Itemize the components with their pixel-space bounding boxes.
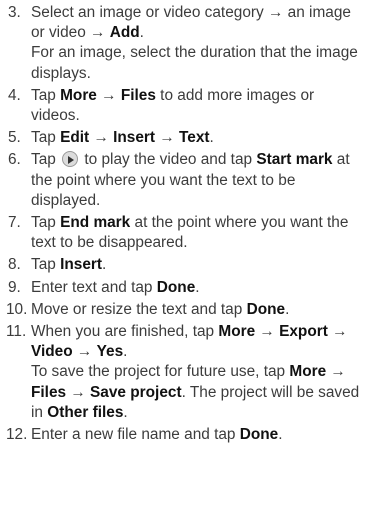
- ui-term: Insert: [113, 129, 156, 147]
- step-text: Select an image or video category → an i…: [31, 4, 351, 42]
- step-body: Enter a new file name and tap Done.: [31, 425, 367, 445]
- ui-term: Save project: [90, 383, 182, 401]
- ui-term: Files: [31, 383, 67, 401]
- step-body: Tap More → Files to add more images or v…: [31, 86, 367, 126]
- step-text: .: [102, 256, 107, 274]
- ui-term: More: [218, 323, 256, 341]
- ui-term: Insert: [60, 256, 103, 274]
- step-text: .: [139, 24, 144, 42]
- step-text: When you are finished, tap: [31, 323, 219, 341]
- ui-term: Start mark: [256, 151, 333, 169]
- step-number: 10.: [6, 300, 28, 318]
- step-text: Tap: [31, 151, 61, 169]
- step-text: .: [123, 403, 128, 421]
- step-item: 9. Enter text and tap Done.: [8, 278, 367, 298]
- step-number: 7.: [8, 214, 21, 232]
- step-item: 11. When you are finished, tap More → Exp…: [6, 322, 367, 423]
- ui-term: Files: [120, 86, 156, 104]
- step-text: Tap: [31, 256, 61, 274]
- step-text: →: [96, 86, 121, 104]
- step-text: .: [123, 343, 128, 361]
- step-text: For an image, select the duration that t…: [31, 44, 358, 82]
- step-number: 6.: [8, 151, 21, 169]
- step-body: Tap End mark at the point where you want…: [31, 213, 367, 253]
- step-text: Tap: [31, 214, 61, 232]
- step-body: Tap Insert.: [31, 255, 367, 275]
- step-text: →: [327, 323, 348, 341]
- step-item: 10. Move or resize the text and tap Done.: [6, 300, 367, 320]
- instruction-list: 3. Select an image or video category → an…: [0, 0, 371, 445]
- step-body: Move or resize the text and tap Done.: [31, 300, 367, 320]
- step-number: 3.: [8, 4, 21, 21]
- step-number: 11.: [6, 323, 27, 341]
- ui-term: Done: [246, 300, 286, 318]
- step-text: .: [209, 129, 214, 147]
- ui-term: Done: [156, 278, 196, 296]
- ui-term: End mark: [60, 214, 131, 232]
- ui-term: More: [289, 363, 327, 381]
- step-item: 4. Tap More → Files to add more images or…: [8, 86, 367, 126]
- step-note: To save the project for future use, tap …: [31, 362, 367, 423]
- ui-term: More: [60, 86, 97, 104]
- step-body: When you are finished, tap More → Export…: [31, 322, 367, 362]
- step-text: →: [89, 129, 114, 147]
- step-text: Tap: [31, 86, 61, 104]
- step-item: 8. Tap Insert.: [8, 255, 367, 275]
- play-icon: [62, 151, 79, 168]
- step-item: 5. Tap Edit → Insert → Text.: [8, 128, 367, 148]
- step-number: 5.: [8, 129, 21, 147]
- step-body: Select an image or video category → an i…: [31, 3, 367, 43]
- ui-term: Text: [179, 129, 210, 147]
- step-text: Enter text and tap: [31, 278, 157, 296]
- step-text: →: [66, 383, 91, 401]
- ui-term: Video: [31, 343, 73, 361]
- step-note: For an image, select the duration that t…: [31, 43, 367, 83]
- ui-term: Done: [239, 426, 279, 444]
- step-text: Move or resize the text and tap: [31, 300, 247, 318]
- step-text: →: [255, 323, 280, 341]
- step-item: 7. Tap End mark at the point where you wa…: [8, 213, 367, 253]
- step-text: To save the project for future use, tap: [31, 363, 290, 381]
- step-item: 12. Enter a new file name and tap Done.: [6, 425, 367, 445]
- ui-term: Export: [279, 323, 328, 341]
- step-text: .: [278, 426, 283, 444]
- step-number: 8.: [8, 256, 21, 274]
- ui-term: Other files: [47, 403, 124, 421]
- step-text: →: [72, 343, 97, 361]
- step-number: 9.: [8, 278, 21, 296]
- step-item: 3. Select an image or video category → an…: [8, 3, 367, 84]
- ui-term: Add: [109, 24, 140, 42]
- step-text: Tap: [31, 129, 61, 147]
- step-body: Enter text and tap Done.: [31, 278, 367, 298]
- step-text: to play the video and tap: [80, 151, 257, 169]
- step-text: →: [326, 363, 346, 381]
- step-text: Enter a new file name and tap: [31, 426, 240, 444]
- step-number: 4.: [8, 86, 21, 104]
- step-text: →: [155, 129, 179, 147]
- step-text: .: [195, 278, 200, 296]
- step-number: 12.: [6, 426, 28, 444]
- step-body: Tap Edit → Insert → Text.: [31, 128, 367, 148]
- step-text: .: [285, 300, 290, 318]
- step-body: Tap to play the video and tap Start mark…: [31, 150, 367, 211]
- ui-term: Yes: [96, 343, 124, 361]
- ui-term: Edit: [60, 129, 90, 147]
- step-item: 6. Tap to play the video and tap Start ma…: [8, 150, 367, 211]
